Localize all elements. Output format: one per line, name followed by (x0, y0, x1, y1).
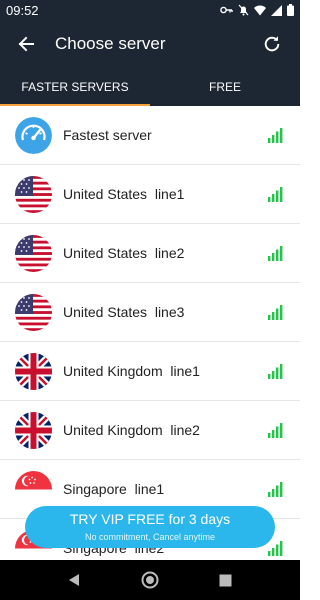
mute-icon (238, 4, 249, 16)
speedometer-icon (15, 117, 52, 154)
server-name: Singapore line1 (63, 481, 165, 497)
refresh-button[interactable] (258, 30, 286, 58)
home-circle-icon (141, 571, 159, 589)
server-row-us-3[interactable]: United States line3 (0, 283, 300, 342)
server-row-us-1[interactable]: United States line1 (0, 165, 300, 224)
nav-home-button[interactable] (138, 568, 162, 592)
tab-free[interactable]: FREE (150, 66, 300, 106)
signal-strength-icon (268, 245, 283, 266)
status-time: 09:52 (6, 3, 39, 18)
server-tabs: FASTER SERVERS FREE (0, 66, 300, 106)
server-row-us-2[interactable]: United States line2 (0, 224, 300, 283)
us-flag-icon (15, 294, 52, 331)
server-list: Fastest server United States line1 Unite… (0, 106, 300, 560)
signal-strength-icon (268, 540, 283, 560)
back-button[interactable] (12, 30, 40, 58)
signal-strength-icon (268, 363, 283, 384)
us-flag-icon (15, 235, 52, 272)
server-row-uk-2[interactable]: United Kingdom line2 (0, 401, 300, 460)
server-name: United Kingdom line2 (63, 422, 200, 438)
us-flag-icon (15, 176, 52, 213)
vip-subtitle: No commitment, Cancel anytime (84, 532, 216, 542)
back-triangle-icon (69, 574, 79, 586)
server-name: United States line3 (63, 304, 185, 320)
nav-recents-button[interactable] (213, 568, 237, 592)
arrow-back-icon (18, 36, 34, 52)
tab-faster-servers[interactable]: FASTER SERVERS (0, 66, 150, 106)
server-name: Fastest server (63, 127, 152, 143)
refresh-icon (264, 36, 280, 52)
server-name: United States line1 (63, 186, 185, 202)
uk-flag-icon (15, 412, 52, 449)
key-icon (220, 5, 233, 15)
server-row-uk-1[interactable]: United Kingdom line1 (0, 342, 300, 401)
page-title: Choose server (55, 34, 166, 53)
server-name: United States line2 (63, 245, 185, 261)
vip-trial-button[interactable]: TRY VIP FREE for 3 days No commitment, C… (25, 506, 275, 548)
recents-square-icon (219, 574, 231, 586)
server-name: United Kingdom line1 (63, 363, 200, 379)
sg-flag-icon (15, 471, 52, 508)
signal-icon (271, 4, 282, 16)
status-bar: 09:52 (0, 0, 300, 22)
signal-strength-icon (268, 481, 283, 502)
app-bar: Choose server (0, 22, 300, 66)
server-row-fastest[interactable]: Fastest server (0, 106, 300, 165)
signal-strength-icon (268, 422, 283, 443)
battery-icon (287, 4, 294, 16)
vip-title: TRY VIP FREE for 3 days (69, 511, 231, 527)
status-icons (220, 4, 294, 16)
signal-strength-icon (268, 127, 283, 148)
wifi-icon (254, 5, 266, 16)
signal-strength-icon (268, 186, 283, 207)
signal-strength-icon (268, 304, 283, 325)
nav-back-button[interactable] (62, 568, 86, 592)
system-nav-bar (0, 560, 300, 600)
uk-flag-icon (15, 353, 52, 390)
